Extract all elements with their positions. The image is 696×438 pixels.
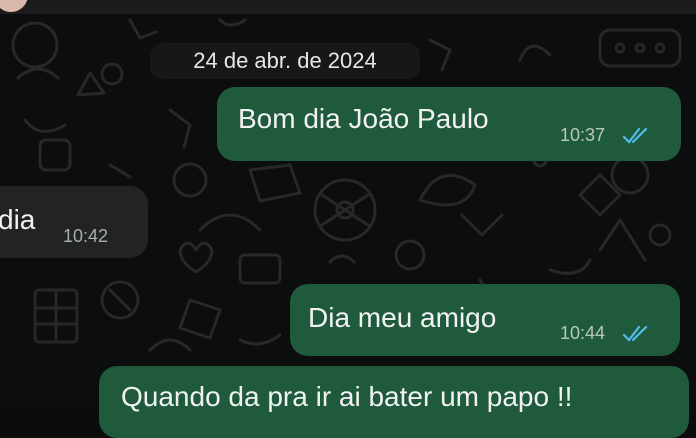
- incoming-message[interactable]: dia 10:42: [0, 186, 148, 258]
- outgoing-message[interactable]: Bom dia João Paulo 10:37: [217, 87, 681, 161]
- message-time: 10:37: [560, 125, 606, 145]
- message-text: Bom dia João Paulo: [238, 103, 489, 134]
- message-text: dia: [0, 204, 36, 235]
- message-time: 10:42: [63, 226, 109, 246]
- message-text: Quando da pra ir ai bater um papo !!: [121, 381, 573, 412]
- read-receipt-icon: [622, 325, 648, 342]
- chat-header-edge: [0, 0, 696, 14]
- outgoing-message[interactable]: Quando da pra ir ai bater um papo !!: [99, 366, 689, 438]
- read-receipt-icon: [622, 127, 648, 144]
- message-time: 10:44: [560, 323, 606, 343]
- contact-avatar[interactable]: [0, 0, 28, 12]
- outgoing-message[interactable]: Dia meu amigo 10:44: [290, 284, 680, 356]
- message-text: Dia meu amigo: [308, 302, 497, 333]
- date-separator: 24 de abr. de 2024: [150, 43, 420, 79]
